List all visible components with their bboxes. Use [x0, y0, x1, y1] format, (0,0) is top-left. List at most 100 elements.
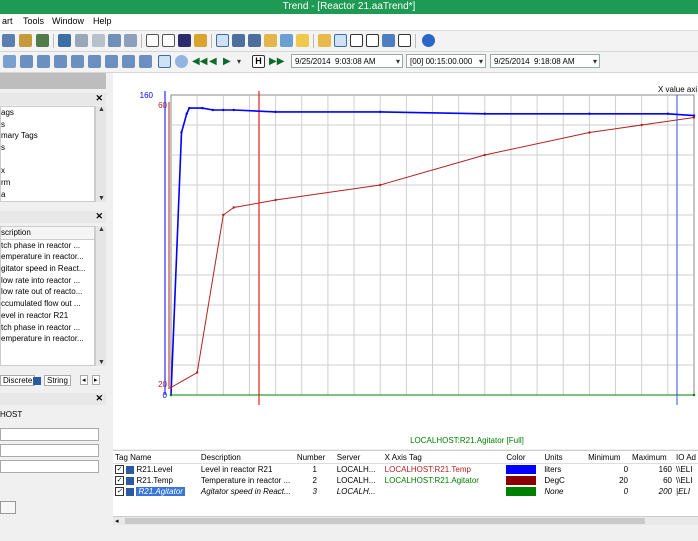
axis-icon[interactable]: [318, 34, 331, 47]
tree-item[interactable]: a: [1, 189, 94, 201]
next-icon[interactable]: ▶: [223, 55, 236, 68]
tag-tree[interactable]: ags s mary Tags s x rm a: [0, 106, 95, 202]
column-header-io-address[interactable]: IO Ad: [673, 451, 698, 464]
table-row[interactable]: ✓ R21.Temp Temperature in reactor ... 2 …: [113, 475, 698, 486]
scale-all-icon[interactable]: [105, 55, 118, 68]
column-header-minimum[interactable]: Minimum: [586, 451, 631, 464]
close-icon[interactable]: ✕: [95, 393, 103, 404]
scatter-icon[interactable]: [248, 34, 261, 47]
column-header-color[interactable]: Color: [504, 451, 543, 464]
tree-item[interactable]: x: [1, 165, 94, 177]
tree-scrollbar[interactable]: ▲ ▼: [95, 106, 106, 202]
scroll-down-icon[interactable]: ▼: [98, 359, 105, 366]
print-icon[interactable]: [19, 34, 32, 47]
list-item[interactable]: tch phase in reactor ...: [1, 322, 94, 334]
column-header-units[interactable]: Units: [542, 451, 587, 464]
duration-picker[interactable]: [00] 00:15:00.000 ▾: [406, 54, 486, 68]
column-header-number[interactable]: Number: [294, 451, 335, 464]
column-header-description[interactable]: scription: [1, 227, 94, 240]
scroll-down-icon[interactable]: ▼: [98, 195, 105, 202]
zoom-region-icon[interactable]: [20, 55, 33, 68]
save-icon[interactable]: [2, 34, 15, 47]
table-row[interactable]: ✓ R21.Agitator Agitator speed in React..…: [113, 486, 698, 497]
visible-checkbox[interactable]: ✓: [115, 487, 124, 497]
list-item[interactable]: evel in reactor R21: [1, 310, 94, 322]
multi-axis-icon[interactable]: [334, 34, 347, 47]
reset-icon[interactable]: [139, 55, 152, 68]
tree-item[interactable]: s: [1, 119, 94, 131]
list-item[interactable]: ccumulated flow out ...: [1, 298, 94, 310]
menu-window[interactable]: Window: [52, 16, 84, 26]
pan-icon[interactable]: [3, 55, 16, 68]
table-icon[interactable]: [178, 34, 191, 47]
column-header-maximum[interactable]: Maximum: [630, 451, 674, 464]
column-header-tag-name[interactable]: Tag Name: [113, 451, 199, 464]
start-time-picker[interactable]: 9/25/2014 9:03:08 AM ▾: [291, 54, 403, 68]
bookmark-icon[interactable]: [194, 34, 207, 47]
tree-item[interactable]: [1, 154, 94, 166]
list-item[interactable]: emperature in reactor...: [1, 333, 94, 345]
chart-window-icon[interactable]: [382, 34, 395, 47]
fit-icon[interactable]: [122, 55, 135, 68]
color-cell[interactable]: [504, 486, 542, 497]
tab-scroll-right-icon[interactable]: ▸: [92, 375, 100, 385]
tab-string[interactable]: String: [44, 375, 71, 386]
xy-chart-icon[interactable]: [216, 34, 229, 47]
list-item[interactable]: emperature in reactor...: [1, 251, 94, 263]
list-scrollbar[interactable]: ▲ ▼: [95, 226, 106, 366]
copy-icon[interactable]: [108, 34, 121, 47]
server-field-2[interactable]: [0, 444, 99, 457]
properties-icon[interactable]: [36, 34, 49, 47]
trend-chart[interactable]: 160 60 20 0 X value axi LOCALHOST:R21.Ag…: [113, 73, 698, 449]
previous-icon[interactable]: ◀: [209, 55, 222, 68]
zoom-out-icon[interactable]: [175, 55, 188, 68]
tag-name-cell[interactable]: ✓ R21.Level: [113, 464, 199, 476]
list-item[interactable]: gitator speed in React...: [1, 263, 94, 275]
blank-icon[interactable]: [398, 34, 411, 47]
list-item[interactable]: low rate out of reacto...: [1, 286, 94, 298]
scale-horizontal-icon[interactable]: [88, 55, 101, 68]
column-header-server[interactable]: Server: [334, 451, 383, 464]
paste-icon[interactable]: [124, 34, 137, 47]
cut-icon[interactable]: [92, 34, 105, 47]
scroll-left-icon[interactable]: ◂: [115, 517, 119, 525]
close-icon[interactable]: ✕: [95, 93, 103, 104]
visible-checkbox[interactable]: ✓: [115, 465, 124, 475]
color-swatch[interactable]: [506, 465, 537, 475]
live-mode-icon[interactable]: H: [252, 55, 265, 68]
annotate-icon[interactable]: [280, 34, 293, 47]
dropdown-arrow-icon[interactable]: ▾: [479, 55, 483, 69]
dropdown-arrow-icon[interactable]: ▾: [396, 55, 400, 69]
column-header-x-axis-tag[interactable]: X Axis Tag: [382, 451, 505, 464]
tag-list[interactable]: scription tch phase in reactor ... emper…: [0, 226, 95, 366]
scroll-up-icon[interactable]: ▲: [98, 106, 105, 113]
close-icon[interactable]: ✕: [95, 211, 103, 222]
tag-name-cell[interactable]: ✓ R21.Temp: [113, 475, 199, 486]
last-icon[interactable]: ▶▶: [269, 55, 284, 68]
trend-icon[interactable]: [232, 34, 245, 47]
move-icon[interactable]: [37, 55, 50, 68]
menu-tools[interactable]: Tools: [23, 16, 44, 26]
menu-chart[interactable]: art: [2, 16, 13, 26]
dropdown-arrow-icon[interactable]: ▾: [593, 55, 597, 69]
first-icon[interactable]: ◀◀: [192, 55, 207, 68]
undo-icon[interactable]: [58, 34, 71, 47]
color-cell[interactable]: [504, 475, 542, 486]
column-header-description[interactable]: Description: [198, 451, 295, 464]
server-field-3[interactable]: [0, 460, 99, 473]
server-button[interactable]: [0, 501, 16, 514]
tree-item[interactable]: rm: [1, 177, 94, 189]
scale-icon[interactable]: [54, 55, 67, 68]
trend-chart-svg[interactable]: 160 60 20 0 X value axi LOCALHOST:R21.Ag…: [113, 73, 698, 449]
tree-item[interactable]: mary Tags: [1, 130, 94, 142]
visible-checkbox[interactable]: ✓: [115, 476, 124, 486]
color-swatch[interactable]: [506, 487, 537, 497]
tag-name-cell[interactable]: ✓ R21.Agitator: [113, 486, 199, 497]
highlight-icon[interactable]: [264, 34, 277, 47]
tree-item[interactable]: s: [1, 142, 94, 154]
table-row[interactable]: ✓ R21.Level Level in reactor R21 1 LOCAL…: [113, 464, 698, 476]
next-dropdown-icon[interactable]: ▾: [237, 55, 250, 68]
scale-vertical-icon[interactable]: [71, 55, 84, 68]
zoom-in-icon[interactable]: [158, 55, 171, 68]
tab-discrete[interactable]: Discrete: [0, 375, 36, 386]
